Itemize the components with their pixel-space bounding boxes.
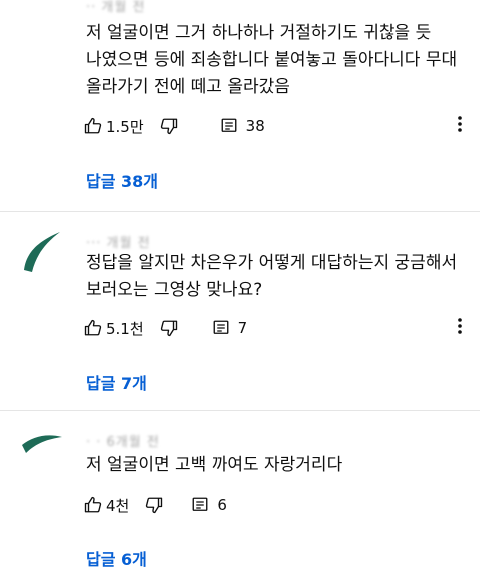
thumbs-down-icon [145,496,163,514]
avatar[interactable] [18,228,64,274]
like-button[interactable]: 1.5만 [84,116,144,137]
comment-icon [220,117,238,135]
like-count: 5.1천 [106,319,144,338]
comment-text: 저 얼굴이면 그거 하나하나 거절하기도 귀찮을 듯 나였으면 등에 죄송합니다… [86,23,458,97]
comment-meta: ·· 개월 전 [86,0,146,15]
reply-count: 7 [237,319,248,337]
comment-actions: 5.1천 7 [84,316,247,340]
comment-text: 저 얼굴이면 고백 까여도 자랑거리다 [86,455,343,475]
comment-text: 정답을 알지만 차은우가 어떻게 대답하는지 궁금해서 보러오는 그영상 맞나요… [86,253,458,300]
thumbs-up-icon [84,117,102,135]
comment-actions: 4천 6 [84,493,227,517]
dislike-button[interactable] [145,496,163,514]
dislike-button[interactable] [160,117,178,135]
like-count: 1.5만 [106,117,144,136]
more-options-button[interactable] [450,114,470,138]
thumbs-down-icon [160,117,178,135]
like-button[interactable]: 5.1천 [84,318,144,339]
like-count: 4천 [106,496,130,515]
view-replies-link[interactable]: 답글 6개 [86,546,147,570]
divider [0,410,480,411]
reply-button[interactable]: 38 [220,117,265,135]
more-vert-icon [457,317,463,339]
comment-actions: 1.5만 38 [84,114,265,138]
comment-meta: ··· 개월 전 [86,236,151,251]
reply-count: 6 [217,496,227,514]
view-replies-link[interactable]: 답글 38개 [86,168,158,192]
avatar[interactable] [18,431,64,461]
thumbs-up-icon [84,496,102,514]
dislike-button[interactable] [160,319,178,337]
view-replies-link[interactable]: 답글 7개 [86,370,147,394]
comment-meta: · · 6개월 전 [86,435,160,450]
divider [0,211,480,212]
reply-button[interactable]: 6 [191,496,227,514]
reply-count: 38 [245,117,265,135]
reply-button[interactable]: 7 [212,319,248,337]
thumbs-up-icon [84,319,102,337]
comment-icon [212,319,230,337]
more-vert-icon [457,115,463,137]
thumbs-down-icon [160,319,178,337]
comment-icon [191,496,209,514]
like-button[interactable]: 4천 [84,495,129,516]
more-options-button[interactable] [450,316,470,340]
